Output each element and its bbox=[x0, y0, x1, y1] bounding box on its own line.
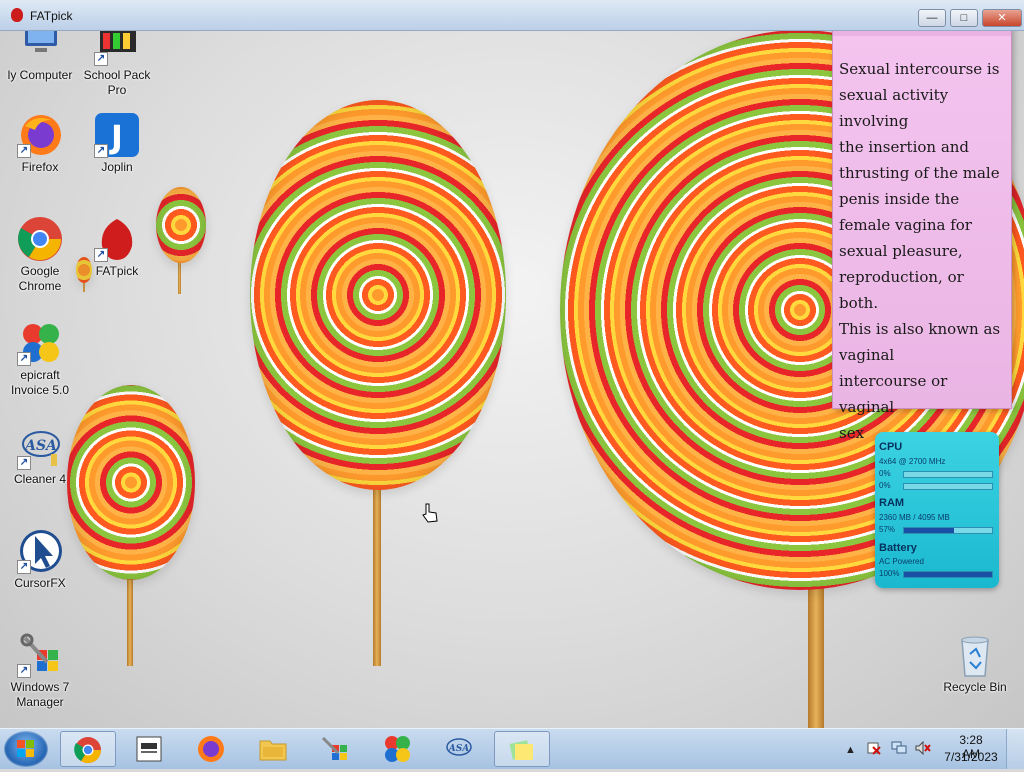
cursorfx-icon: ↗ bbox=[17, 528, 63, 574]
taskbar-chrome[interactable] bbox=[60, 731, 116, 767]
minimize-button[interactable]: — bbox=[918, 9, 946, 27]
svg-text:ASA: ASA bbox=[448, 744, 469, 754]
sticky-note[interactable]: Sexual intercourse is sexual activity in… bbox=[832, 21, 1012, 442]
firefox-icon bbox=[198, 736, 224, 762]
shortcut-arrow-icon: ↗ bbox=[17, 664, 31, 678]
hand-cursor-icon bbox=[420, 502, 440, 529]
asa-cleaner-icon: ASA ↗ bbox=[17, 424, 63, 470]
system-meter-gadget[interactable]: CPU 4x64 @ 2700 MHz 0% 0% RAM 2360 MB / … bbox=[875, 432, 999, 588]
maximize-button[interactable]: □ bbox=[950, 9, 978, 27]
clock-date[interactable]: 7/31/2023 bbox=[942, 750, 1000, 764]
folder-icon bbox=[259, 740, 287, 761]
desktop-icon-joplin[interactable]: J ↗ Joplin bbox=[77, 112, 157, 175]
wallpaper-lollipop bbox=[67, 385, 195, 580]
chrome-icon bbox=[74, 737, 102, 764]
window-title: FATpick bbox=[30, 9, 73, 23]
svg-text:ASA: ASA bbox=[23, 438, 57, 454]
windows-logo-icon bbox=[17, 740, 34, 757]
cpu-detail: 4x64 @ 2700 MHz bbox=[879, 457, 946, 466]
wallpaper-lollipop bbox=[156, 187, 206, 263]
taskbar-firefox[interactable] bbox=[184, 731, 240, 767]
fatpick-icon bbox=[11, 8, 23, 22]
desktop-icon-label: Joplin bbox=[101, 160, 133, 174]
desktop-icon-label: Recycle Bin bbox=[943, 680, 1007, 694]
school-pack-icon bbox=[136, 736, 162, 762]
cpu-title: CPU bbox=[879, 441, 903, 453]
action-center-icon[interactable] bbox=[867, 741, 881, 755]
cpu-core1-bar bbox=[903, 471, 993, 478]
desktop-icon-cursorfx[interactable]: ↗ CursorFX bbox=[0, 528, 80, 591]
epicraft-icon bbox=[385, 736, 410, 762]
desktop-icon-label: CursorFX bbox=[14, 576, 66, 590]
shortcut-arrow-icon: ↗ bbox=[17, 352, 31, 366]
wallpaper-stick bbox=[373, 470, 381, 666]
desktop-icon-label: Cleaner 4 bbox=[13, 472, 67, 486]
taskbar-cleaner[interactable]: ASA bbox=[432, 731, 488, 767]
volume-muted-icon[interactable] bbox=[915, 740, 931, 756]
desktop-icon-recycle-bin[interactable]: Recycle Bin bbox=[935, 632, 1015, 695]
window-title-bar[interactable]: FATpick — □ ✕ bbox=[0, 0, 1024, 31]
windows-7-manager-icon bbox=[321, 736, 347, 760]
network-icon[interactable] bbox=[891, 741, 907, 754]
desktop-icon-fatpick[interactable]: ↗ FATpick bbox=[77, 216, 157, 279]
chrome-icon bbox=[17, 216, 63, 262]
sticky-notes-icon bbox=[509, 740, 533, 760]
close-button[interactable]: ✕ bbox=[982, 9, 1022, 27]
ram-usage-value: 57% bbox=[879, 525, 896, 534]
desktop: ly Computer ↗ School Pack Pro ↗ Firefox … bbox=[0, 0, 1024, 728]
taskbar-file-explorer[interactable] bbox=[246, 731, 302, 767]
desktop-icon-epicraft-invoice[interactable]: ↗ epicraft Invoice 5.0 bbox=[0, 320, 80, 398]
shortcut-arrow-icon: ↗ bbox=[17, 456, 31, 470]
tray-expand-icon[interactable]: ▲ bbox=[845, 744, 857, 756]
battery-level-value: 100% bbox=[879, 569, 900, 578]
desktop-icon-label: ly Computer bbox=[7, 68, 73, 82]
wallpaper-lollipop bbox=[250, 100, 506, 490]
shortcut-arrow-icon: ↗ bbox=[17, 144, 31, 158]
taskbar: ASA ▲ bbox=[0, 728, 1024, 769]
battery-level-bar bbox=[903, 571, 993, 578]
taskbar-windows-7-manager[interactable] bbox=[308, 731, 364, 767]
asa-cleaner-icon: ASA bbox=[446, 738, 472, 756]
taskbar-epicraft-invoice[interactable] bbox=[370, 731, 426, 767]
ram-usage-bar bbox=[903, 527, 993, 534]
desktop-icon-label: FATpick bbox=[95, 264, 139, 278]
windows-7-manager-icon: ↗ bbox=[17, 632, 63, 678]
sticky-note-text[interactable]: Sexual intercourse is sexual activity in… bbox=[839, 56, 1007, 446]
shortcut-arrow-icon: ↗ bbox=[94, 248, 108, 262]
desktop-icon-windows-7-manager[interactable]: ↗ Windows 7 Manager bbox=[0, 632, 80, 710]
epicraft-icon: ↗ bbox=[17, 320, 63, 366]
fatpick-icon: ↗ bbox=[94, 216, 140, 262]
start-button[interactable] bbox=[4, 731, 48, 767]
desktop-icon-label: Windows 7 Manager bbox=[10, 680, 70, 709]
desktop-icon-label: Google Chrome bbox=[18, 264, 62, 293]
desktop-icon-cleaner[interactable]: ASA ↗ Cleaner 4 bbox=[0, 424, 80, 487]
shortcut-arrow-icon: ↗ bbox=[94, 144, 108, 158]
show-desktop-button[interactable] bbox=[1006, 729, 1024, 769]
desktop-icon-label: epicraft Invoice 5.0 bbox=[10, 368, 70, 397]
joplin-icon: J ↗ bbox=[94, 112, 140, 158]
shortcut-arrow-icon: ↗ bbox=[17, 560, 31, 574]
desktop-icon-firefox[interactable]: ↗ Firefox bbox=[0, 112, 80, 175]
firefox-icon: ↗ bbox=[17, 112, 63, 158]
taskbar-school-pack-pro[interactable] bbox=[122, 731, 178, 767]
recycle-bin-icon bbox=[952, 632, 998, 678]
desktop-icon-label: School Pack Pro bbox=[83, 68, 151, 97]
desktop-icon-google-chrome[interactable]: Google Chrome bbox=[0, 216, 80, 294]
shortcut-arrow-icon: ↗ bbox=[94, 52, 108, 66]
cpu-core2-bar bbox=[903, 483, 993, 490]
desktop-icon-label: Firefox bbox=[21, 160, 59, 174]
ram-title: RAM bbox=[879, 497, 905, 509]
desktop-icon-school-pack-pro[interactable]: ↗ School Pack Pro bbox=[77, 20, 157, 98]
taskbar-sticky-notes[interactable] bbox=[494, 731, 550, 767]
battery-title: Battery bbox=[879, 542, 917, 554]
battery-detail: AC Powered bbox=[879, 557, 924, 566]
cpu-core2-value: 0% bbox=[879, 481, 891, 490]
cpu-core1-value: 0% bbox=[879, 469, 891, 478]
ram-detail: 2360 MB / 4095 MB bbox=[879, 513, 950, 522]
svg-text:J: J bbox=[109, 118, 123, 156]
